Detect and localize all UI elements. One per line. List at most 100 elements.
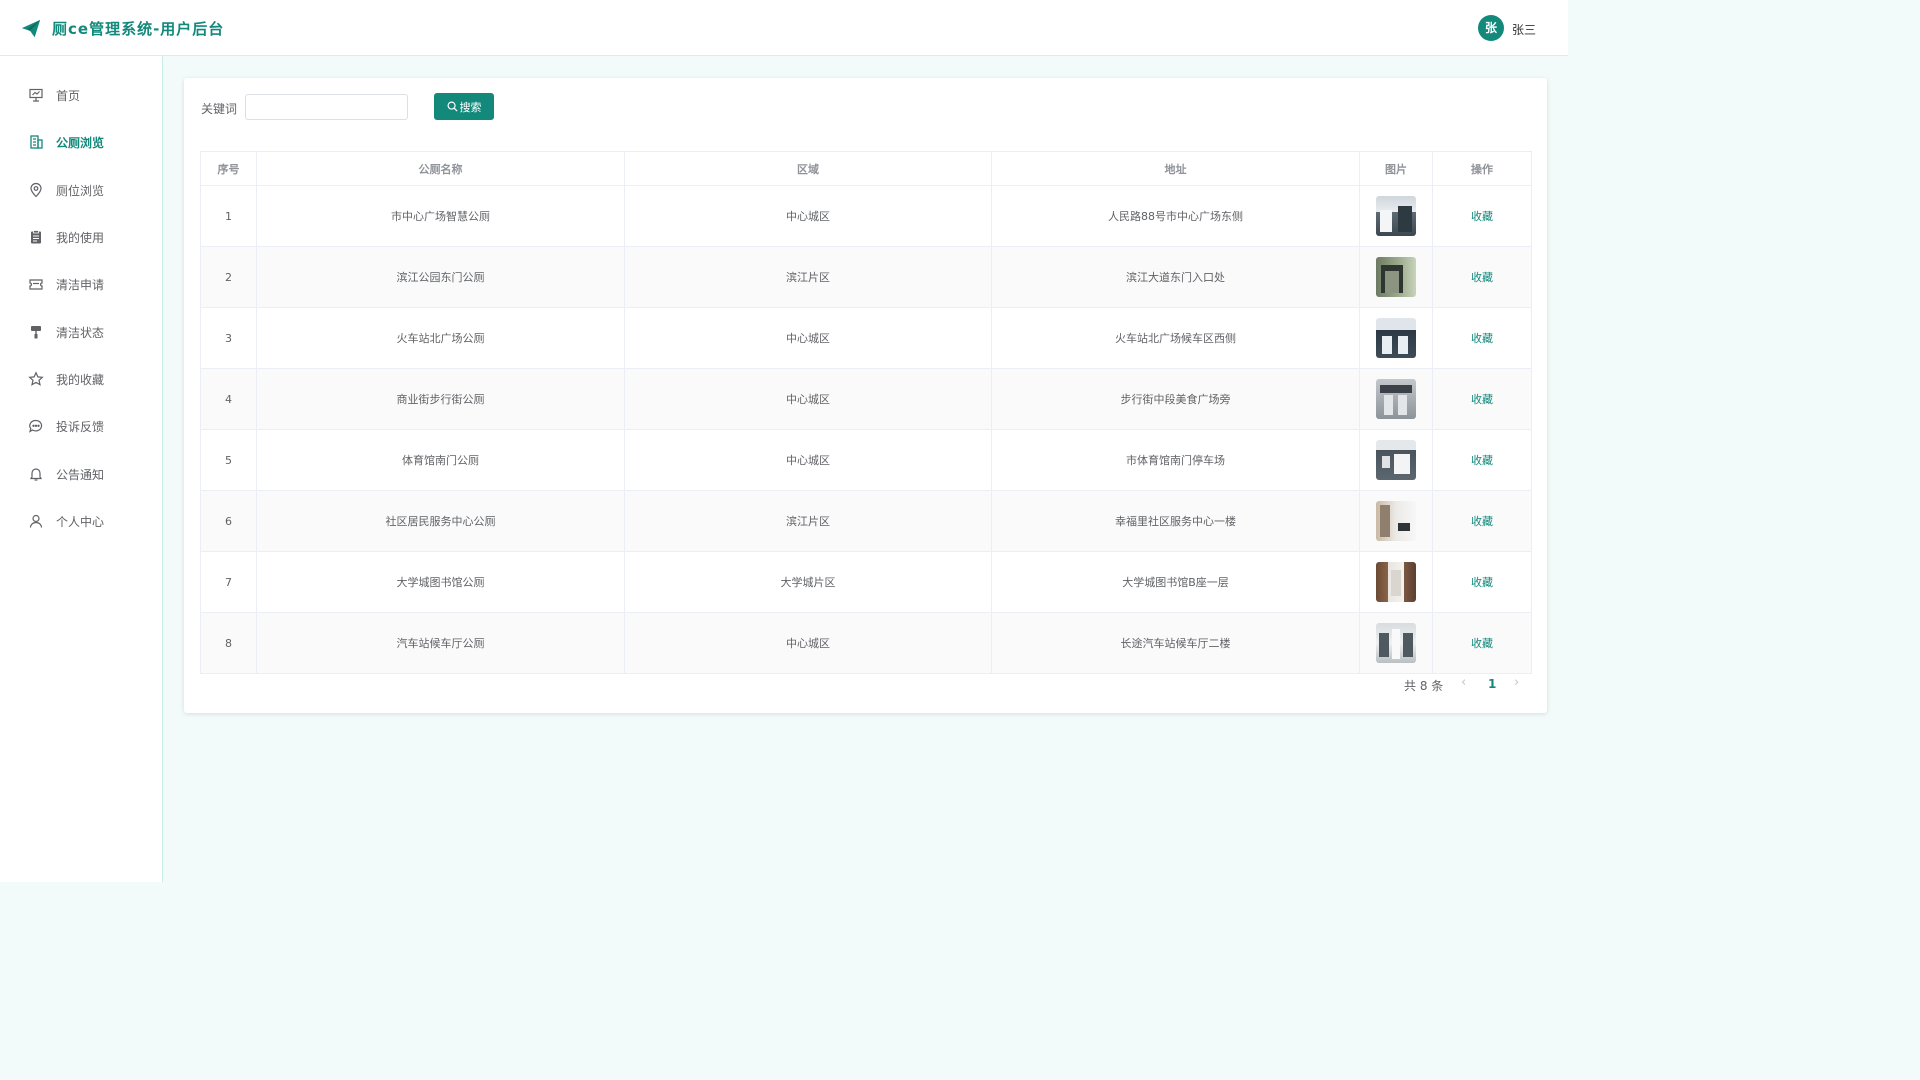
row-number: 7 (200, 551, 257, 613)
pagination-prev-button[interactable]: ‹ (1461, 675, 1466, 690)
favorite-link[interactable]: 收藏 (1471, 515, 1493, 528)
row-number: 5 (200, 429, 257, 491)
table-row: 7 大学城图书馆公厕 大学城片区 大学城图书馆B座一层 收藏 (200, 551, 1532, 613)
building-icon (30, 135, 43, 149)
table-row: 4 商业街步行街公厕 中心城区 步行街中段美食广场旁 收藏 (200, 368, 1532, 430)
username[interactable]: 张三 (1512, 21, 1536, 38)
location-pin-icon (30, 182, 42, 198)
toilet-area: 滨江片区 (624, 246, 992, 308)
favorite-link[interactable]: 收藏 (1471, 637, 1493, 650)
toilet-address: 市体育馆南门停车场 (991, 429, 1360, 491)
sidebar-item-label: 厕位浏览 (56, 184, 105, 198)
table-row: 2 滨江公园东门公厕 滨江片区 滨江大道东门入口处 收藏 (200, 246, 1532, 308)
sidebar-item-complaints[interactable]: 投诉反馈 (0, 406, 162, 446)
toilet-area: 中心城区 (624, 307, 992, 369)
table-header-row: 序号 公厕名称 区域 地址 图片 操作 (200, 151, 1532, 186)
star-icon (28, 371, 44, 386)
sidebar-item-label: 公告通知 (56, 468, 105, 482)
pagination-total: 共 8 条 (1404, 679, 1444, 693)
bell-icon (29, 468, 43, 481)
search-button[interactable]: 搜索 (434, 93, 494, 120)
table-row: 3 火车站北广场公厕 中心城区 火车站北广场候车区西侧 收藏 (200, 307, 1532, 369)
sidebar-item-label: 清洁状态 (56, 326, 105, 340)
row-number: 6 (200, 490, 257, 552)
chat-bubble-icon (29, 419, 43, 433)
row-number: 3 (200, 307, 257, 369)
row-number: 8 (200, 612, 257, 674)
sidebar-item-cleaning-request[interactable]: 清洁申请 (0, 264, 162, 304)
top-bar: 厕ce管理系统-用户后台 张 张三 (0, 0, 1568, 56)
toilet-photo[interactable] (1376, 562, 1416, 602)
toilet-address: 滨江大道东门入口处 (991, 246, 1360, 308)
sidebar-item-label: 我的使用 (56, 231, 105, 245)
toilet-name: 体育馆南门公厕 (256, 429, 625, 491)
toilet-area: 中心城区 (624, 185, 992, 247)
clipboard-icon (31, 230, 41, 244)
favorite-link[interactable]: 收藏 (1471, 393, 1493, 406)
pagination-next-button[interactable]: › (1514, 675, 1519, 690)
toilet-photo[interactable] (1376, 318, 1416, 358)
sidebar-item-profile[interactable]: 个人中心 (0, 501, 162, 541)
toilet-name: 市中心广场智慧公厕 (256, 185, 625, 247)
sidebar-item-stall-browse[interactable]: 厕位浏览 (0, 170, 162, 210)
favorite-link[interactable]: 收藏 (1471, 454, 1493, 467)
sidebar-item-favorites[interactable]: 我的收藏 (0, 359, 162, 399)
favorite-link[interactable]: 收藏 (1471, 271, 1493, 284)
search-button-label: 搜索 (459, 100, 482, 114)
toilet-address: 火车站北广场候车区西侧 (991, 307, 1360, 369)
sidebar-item-home[interactable]: 首页 (0, 75, 162, 115)
toilet-address: 人民路88号市中心广场东侧 (991, 185, 1360, 247)
table-row: 8 汽车站候车厅公厕 中心城区 长途汽车站候车厅二楼 收藏 (200, 612, 1532, 674)
toilet-name: 社区居民服务中心公厕 (256, 490, 625, 552)
ticket-icon (29, 279, 43, 290)
favorite-link[interactable]: 收藏 (1471, 332, 1493, 345)
toilet-photo[interactable] (1376, 440, 1416, 480)
column-header: 序号 (200, 151, 257, 186)
toilet-name: 汽车站候车厅公厕 (256, 612, 625, 674)
column-header: 操作 (1432, 151, 1532, 186)
toilet-area: 滨江片区 (624, 490, 992, 552)
toilet-photo[interactable] (1376, 196, 1416, 236)
sidebar-item-cleaning-status[interactable]: 清洁状态 (0, 312, 162, 352)
toilet-name: 大学城图书馆公厕 (256, 551, 625, 613)
sidebar-item-label: 清洁申请 (56, 278, 105, 292)
app-title: 厕ce管理系统-用户后台 (52, 20, 225, 38)
toilet-address: 幸福里社区服务中心一楼 (991, 490, 1360, 552)
toilet-photo[interactable] (1376, 501, 1416, 541)
sidebar-item-label: 个人中心 (56, 515, 105, 529)
column-header: 公厕名称 (256, 151, 625, 186)
toilet-address: 大学城图书馆B座一层 (991, 551, 1360, 613)
sidebar-item-announcements[interactable]: 公告通知 (0, 454, 162, 494)
table-row: 5 体育馆南门公厕 中心城区 市体育馆南门停车场 收藏 (200, 429, 1532, 491)
toilet-name: 商业街步行街公厕 (256, 368, 625, 430)
search-icon (447, 101, 458, 112)
keyword-input[interactable] (245, 94, 408, 120)
sidebar-item-toilet-browse[interactable]: 公厕浏览 (0, 122, 162, 162)
column-header: 图片 (1359, 151, 1433, 186)
sidebar-item-label: 首页 (56, 89, 81, 103)
toilet-photo[interactable] (1376, 379, 1416, 419)
toilet-name: 滨江公园东门公厕 (256, 246, 625, 308)
favorite-link[interactable]: 收藏 (1471, 576, 1493, 589)
column-header: 区域 (624, 151, 992, 186)
toilet-photo[interactable] (1376, 257, 1416, 297)
toilet-address: 步行街中段美食广场旁 (991, 368, 1360, 430)
row-number: 4 (200, 368, 257, 430)
sidebar-item-label: 投诉反馈 (56, 420, 105, 434)
table-row: 1 市中心广场智慧公厕 中心城区 人民路88号市中心广场东侧 收藏 (200, 185, 1532, 247)
table-row: 6 社区居民服务中心公厕 滨江片区 幸福里社区服务中心一楼 收藏 (200, 490, 1532, 552)
toilet-list-card: 关键词 搜索 序号 公厕名称 区域 地址 图片 操作 1 市中心广场智慧公厕 中… (184, 78, 1547, 713)
keyword-label: 关键词 (201, 102, 238, 116)
toilet-address: 长途汽车站候车厅二楼 (991, 612, 1360, 674)
sidebar-item-label: 我的收藏 (56, 373, 105, 387)
toilet-photo[interactable] (1376, 623, 1416, 663)
avatar[interactable]: 张 (1478, 15, 1504, 41)
toilet-area: 中心城区 (624, 368, 992, 430)
pagination-page-1[interactable]: 1 (1488, 677, 1496, 691)
sidebar-item-label: 公厕浏览 (56, 136, 105, 150)
toilet-area: 中心城区 (624, 429, 992, 491)
row-number: 2 (200, 246, 257, 308)
sidebar-item-my-usage[interactable]: 我的使用 (0, 217, 162, 257)
favorite-link[interactable]: 收藏 (1471, 210, 1493, 223)
sidebar: 首页 公厕浏览 厕位浏览 我的使用 清洁申请 清洁状态 我的收藏 投诉反馈 公告… (0, 56, 163, 882)
